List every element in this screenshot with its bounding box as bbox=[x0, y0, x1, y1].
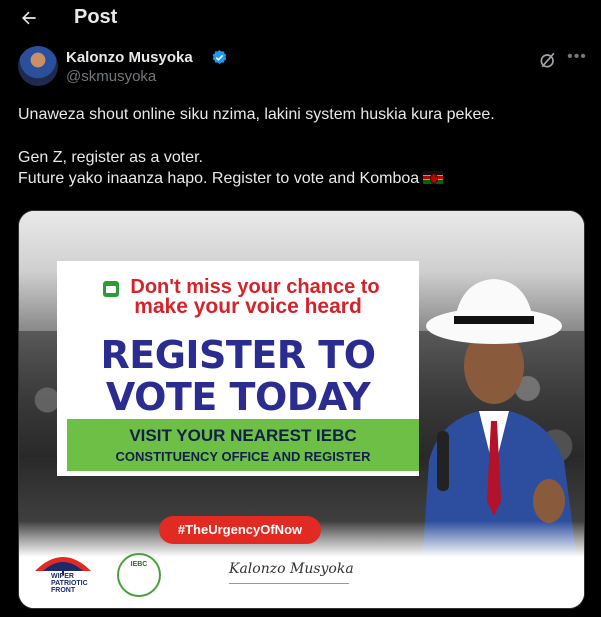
headline-line-1: REGISTER TO bbox=[100, 333, 376, 377]
grok-icon[interactable] bbox=[538, 50, 558, 70]
author-handle[interactable]: @skmusyoka bbox=[66, 68, 156, 85]
post-line-1: Unaweza shout online siku nzima, lakini … bbox=[18, 106, 495, 123]
post-image[interactable]: Don't miss your chance to make your voic… bbox=[18, 210, 585, 609]
umbrella-icon bbox=[35, 557, 91, 591]
author-name[interactable]: Kalonzo Musyoka bbox=[66, 49, 193, 66]
poster-panel: Don't miss your chance to make your voic… bbox=[57, 261, 419, 476]
tagline-line-2: make your voice heard bbox=[134, 295, 362, 318]
post-line-3-text: Future yako inaanza hapo. Register to vo… bbox=[18, 170, 420, 187]
hashtag-badge: #TheUrgencyOfNow bbox=[159, 516, 321, 544]
wiper-logo-text: WIPER PATRIOTIC FRONT bbox=[51, 573, 88, 594]
arrow-left-icon bbox=[22, 11, 36, 25]
page-title: Post bbox=[74, 6, 118, 28]
avatar[interactable] bbox=[18, 46, 58, 86]
iebc-logo: IEBC bbox=[117, 553, 161, 597]
wiper-logo-text-2: PATRIOTIC bbox=[51, 580, 88, 587]
top-bar: Post bbox=[0, 0, 601, 36]
signature-line bbox=[229, 583, 349, 584]
kenya-flag-icon bbox=[423, 171, 444, 184]
back-button[interactable] bbox=[16, 5, 42, 31]
poster-headline: REGISTER TO VOTE TODAY bbox=[57, 334, 419, 418]
poster-cta: VISIT YOUR NEAREST IEBC CONSTITUENCY OFF… bbox=[67, 419, 419, 471]
post-text: Unaweza shout online siku nzima, lakini … bbox=[18, 104, 583, 189]
more-options-button[interactable]: ••• bbox=[566, 48, 588, 70]
verified-badge-icon bbox=[212, 50, 227, 64]
cta-line-1: VISIT YOUR NEAREST IEBC bbox=[129, 426, 357, 445]
signature: Kalonzo Musyoka bbox=[229, 561, 354, 577]
wiper-logo-text-1: WIPER bbox=[51, 573, 74, 580]
headline-line-2: VOTE TODAY bbox=[105, 375, 371, 419]
wiper-logo-text-3: FRONT bbox=[51, 587, 76, 594]
iebc-logo-text: IEBC bbox=[130, 561, 148, 568]
more-dots-icon: ••• bbox=[567, 48, 587, 65]
post-line-2: Gen Z, register as a voter. bbox=[18, 149, 203, 166]
poster-tagline: Don't miss your chance to make your voic… bbox=[57, 277, 419, 317]
cta-line-2: CONSTITUENCY OFFICE AND REGISTER bbox=[115, 449, 371, 464]
post-author: Kalonzo Musyoka @skmusyoka ••• bbox=[18, 46, 586, 90]
wiper-logo: WIPER PATRIOTIC FRONT bbox=[33, 551, 93, 599]
tagline-line-1: Don't miss your chance to bbox=[130, 276, 380, 298]
post-line-3: Future yako inaanza hapo. Register to vo… bbox=[18, 168, 583, 189]
